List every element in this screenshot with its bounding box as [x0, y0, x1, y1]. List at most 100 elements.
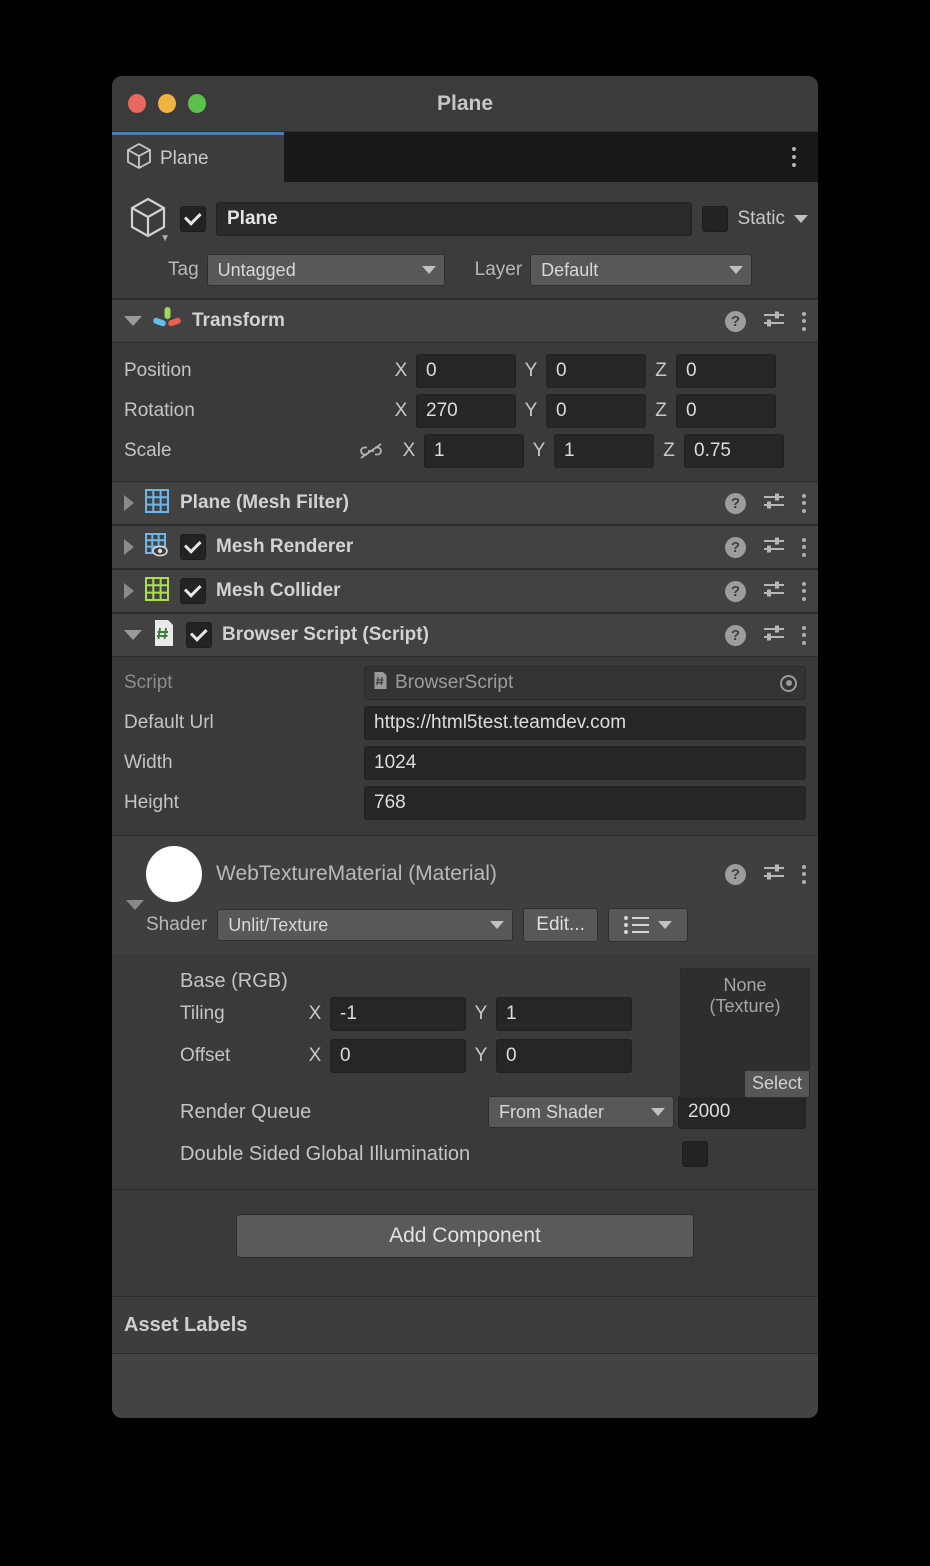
gameobject-icon[interactable]: ▼: [126, 196, 170, 242]
component-header-transform[interactable]: Transform ?: [112, 299, 818, 343]
transform-row-rotation: Rotation X 270 Y 0 Z 0: [124, 391, 806, 431]
rotation-z-input[interactable]: 0: [676, 394, 776, 428]
offset-y-input[interactable]: 0: [496, 1039, 632, 1073]
scale-x-input[interactable]: 1: [424, 434, 524, 468]
chevron-down-icon: ▼: [160, 233, 170, 244]
row-label: Position: [124, 360, 386, 382]
component-header-browser-script[interactable]: Browser Script (Script) ?: [112, 613, 818, 657]
gameobject-header: ▼ Plane Static Tag Untagged Layer De: [112, 182, 818, 299]
tab-options-menu[interactable]: [792, 132, 796, 182]
add-component-button[interactable]: Add Component: [236, 1214, 694, 1258]
position-z-input[interactable]: 0: [676, 354, 776, 388]
settings-sliders-icon[interactable]: [762, 491, 786, 516]
default-url-row: Default Url https://html5test.teamdev.co…: [124, 703, 806, 743]
axis-z-label: Z: [662, 440, 676, 462]
shader-label: Shader: [146, 914, 207, 936]
script-object-field[interactable]: BrowserScript: [364, 666, 806, 700]
axis-y-label: Y: [524, 400, 538, 422]
axis-z-label: Z: [654, 360, 668, 382]
script-value: BrowserScript: [395, 672, 513, 694]
material-foldout-arrow-icon[interactable]: [126, 900, 144, 910]
transform-row-position: Position X 0 Y 0 Z 0: [124, 351, 806, 391]
help-icon[interactable]: ?: [725, 493, 746, 514]
height-label: Height: [124, 792, 364, 814]
default-url-input[interactable]: https://html5test.teamdev.com: [364, 706, 806, 740]
component-title: Browser Script (Script): [222, 624, 715, 646]
height-input[interactable]: 768: [364, 786, 806, 820]
tab-plane[interactable]: Plane: [112, 132, 284, 182]
component-menu-icon[interactable]: [802, 494, 806, 513]
scale-z-input[interactable]: 0.75: [684, 434, 784, 468]
row-label: Scale: [124, 440, 340, 462]
foldout-arrow-icon[interactable]: [124, 316, 142, 326]
scale-y-input[interactable]: 1: [554, 434, 654, 468]
tiling-label: Tiling: [180, 1003, 300, 1025]
axis-y-label: Y: [532, 440, 546, 462]
double-sided-gi-row: Double Sided Global Illumination: [124, 1133, 806, 1175]
settings-sliders-icon[interactable]: [762, 579, 786, 604]
texture-slot-line1: None: [723, 975, 766, 996]
shader-value: Unlit/Texture: [228, 915, 328, 936]
tiling-x-input[interactable]: -1: [330, 997, 466, 1031]
settings-sliders-icon[interactable]: [762, 309, 786, 334]
component-menu-icon[interactable]: [802, 582, 806, 601]
axis-x-label: X: [394, 400, 408, 422]
foldout-arrow-icon[interactable]: [124, 583, 134, 599]
foldout-arrow-icon[interactable]: [124, 630, 142, 640]
browser-script-properties: Script BrowserScript Default Url https:/…: [112, 657, 818, 835]
chevron-down-icon: [651, 1108, 665, 1116]
mesh-collider-enabled-checkbox[interactable]: [180, 578, 206, 604]
transform-gizmo-icon: [152, 305, 182, 338]
help-icon[interactable]: ?: [725, 537, 746, 558]
edit-shader-button[interactable]: Edit...: [523, 908, 598, 942]
axis-y-label: Y: [474, 1003, 488, 1025]
gameobject-name-input[interactable]: Plane: [216, 202, 692, 236]
tiling-y-input[interactable]: 1: [496, 997, 632, 1031]
component-header-mesh-collider[interactable]: Mesh Collider ?: [112, 569, 818, 613]
axis-y-label: Y: [524, 360, 538, 382]
component-menu-icon[interactable]: [802, 312, 806, 331]
settings-sliders-icon[interactable]: [762, 862, 786, 887]
object-picker-icon[interactable]: [780, 675, 797, 692]
component-header-mesh-renderer[interactable]: Mesh Renderer ?: [112, 525, 818, 569]
render-queue-value-input[interactable]: 2000: [678, 1095, 806, 1129]
position-y-input[interactable]: 0: [546, 354, 646, 388]
mesh-collider-icon: [144, 576, 170, 607]
base-texture-slot[interactable]: None (Texture) Select: [680, 968, 810, 1098]
mesh-renderer-enabled-checkbox[interactable]: [180, 534, 206, 560]
help-icon[interactable]: ?: [725, 864, 746, 885]
browser-script-enabled-checkbox[interactable]: [186, 622, 212, 648]
component-menu-icon[interactable]: [802, 865, 806, 884]
settings-sliders-icon[interactable]: [762, 623, 786, 648]
rotation-x-input[interactable]: 270: [416, 394, 516, 428]
constrain-proportions-off-icon[interactable]: [348, 441, 394, 461]
rotation-y-input[interactable]: 0: [546, 394, 646, 428]
texture-select-button[interactable]: Select: [745, 1071, 809, 1097]
help-icon[interactable]: ?: [725, 311, 746, 332]
component-menu-icon[interactable]: [802, 626, 806, 645]
layer-dropdown[interactable]: Default: [530, 254, 752, 286]
transform-properties: Position X 0 Y 0 Z 0 Rotation X 270 Y 0 …: [112, 343, 818, 481]
help-icon[interactable]: ?: [725, 581, 746, 602]
width-input[interactable]: 1024: [364, 746, 806, 780]
window-title: Plane: [112, 92, 818, 116]
foldout-arrow-icon[interactable]: [124, 539, 134, 555]
tag-label: Tag: [168, 259, 199, 281]
render-queue-dropdown[interactable]: From Shader: [488, 1096, 674, 1128]
asset-labels-header[interactable]: Asset Labels: [112, 1296, 818, 1354]
static-checkbox[interactable]: [702, 206, 728, 232]
material-preset-dropdown[interactable]: [608, 908, 688, 942]
shader-dropdown[interactable]: Unlit/Texture: [217, 909, 513, 941]
component-menu-icon[interactable]: [802, 538, 806, 557]
tab-bar: Plane: [112, 132, 818, 182]
help-icon[interactable]: ?: [725, 625, 746, 646]
position-x-input[interactable]: 0: [416, 354, 516, 388]
static-dropdown-arrow-icon[interactable]: [794, 215, 808, 223]
foldout-arrow-icon[interactable]: [124, 495, 134, 511]
offset-x-input[interactable]: 0: [330, 1039, 466, 1073]
gameobject-enabled-checkbox[interactable]: [180, 206, 206, 232]
settings-sliders-icon[interactable]: [762, 535, 786, 560]
component-header-mesh-filter[interactable]: Plane (Mesh Filter) ?: [112, 481, 818, 525]
tag-dropdown[interactable]: Untagged: [207, 254, 445, 286]
double-sided-gi-checkbox[interactable]: [682, 1141, 708, 1167]
